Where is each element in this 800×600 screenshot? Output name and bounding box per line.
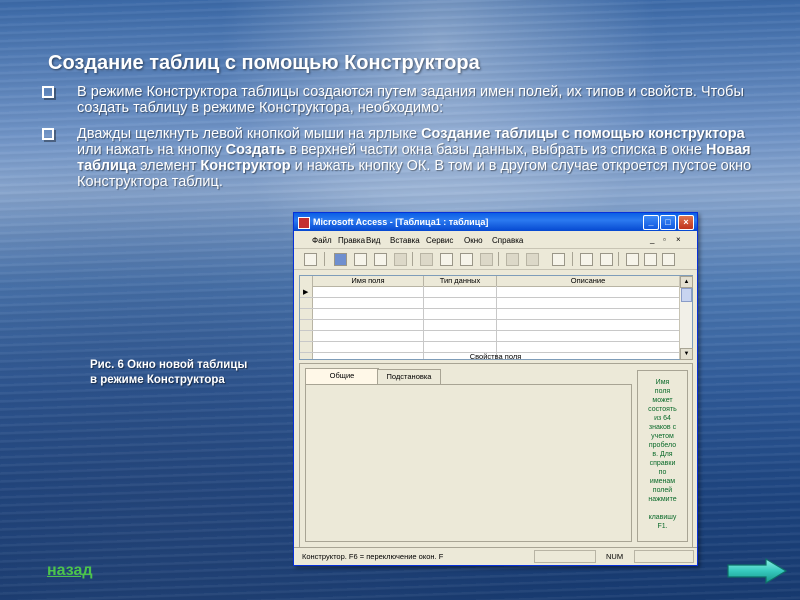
- help-line: знаков с: [648, 424, 677, 431]
- help-line: учетом: [651, 433, 674, 440]
- close-icon[interactable]: ×: [678, 215, 694, 230]
- scroll-up-icon[interactable]: ▲: [680, 276, 693, 288]
- window-title: Microsoft Access - [Таблица1 : таблица]: [313, 217, 489, 227]
- preview-icon[interactable]: [374, 253, 387, 266]
- toolbar-separator: [498, 252, 499, 266]
- help-line: из 64: [654, 415, 671, 422]
- minimize-icon[interactable]: _: [643, 215, 659, 230]
- help-line: в. Для: [652, 451, 673, 458]
- copy-icon[interactable]: [440, 253, 453, 266]
- redo-icon[interactable]: [526, 253, 539, 266]
- help-line: по: [658, 469, 667, 476]
- field-properties-label: Свойства поля: [469, 352, 522, 361]
- menu-item-insert[interactable]: Вставка: [390, 236, 420, 245]
- help-line: поля: [654, 388, 671, 395]
- cut-icon[interactable]: [420, 253, 433, 266]
- toolbar: [294, 249, 697, 270]
- help-line: клавишу: [648, 514, 677, 521]
- access-window: Microsoft Access - [Таблица1 : таблица] …: [293, 212, 698, 566]
- help-line: Имя: [655, 379, 670, 386]
- build-icon[interactable]: [644, 253, 657, 266]
- spelling-icon[interactable]: [394, 253, 407, 266]
- table-row[interactable]: [300, 341, 679, 342]
- current-row-arrow-icon: ▶: [303, 289, 309, 296]
- grid-scrollbar[interactable]: ▲ ▼: [679, 276, 693, 360]
- bullet-square-icon: [42, 128, 54, 140]
- menu-item-tools[interactable]: Сервис: [426, 236, 453, 245]
- format-painter-icon[interactable]: [480, 253, 493, 266]
- menu-item-file[interactable]: Файл: [312, 236, 332, 245]
- toolbar-separator: [324, 252, 325, 266]
- access-key-icon: [298, 217, 310, 229]
- undo-icon[interactable]: [506, 253, 519, 266]
- restore-icon[interactable]: _: [650, 235, 654, 244]
- toolbar-separator: [412, 252, 413, 266]
- database-window-icon[interactable]: [662, 253, 675, 266]
- tab-lookup[interactable]: Подстановка: [377, 369, 441, 384]
- next-arrow-icon[interactable]: [726, 557, 788, 585]
- paste-icon[interactable]: [460, 253, 473, 266]
- maximize-icon[interactable]: □: [660, 215, 676, 230]
- status-panel: [534, 550, 596, 563]
- menu-item-edit[interactable]: Правка: [338, 236, 365, 245]
- column-header-data-type[interactable]: Тип данных: [424, 276, 497, 287]
- table-row[interactable]: [300, 308, 679, 309]
- save-icon[interactable]: [334, 253, 347, 266]
- bullet-intro: В режиме Конструктора таблицы создаются …: [42, 84, 762, 116]
- window-restore-icon[interactable]: ▫: [663, 235, 666, 244]
- print-icon[interactable]: [354, 253, 367, 266]
- help-line: F1.: [657, 523, 668, 530]
- table-row[interactable]: [300, 330, 679, 331]
- field-grid: Имя поля Тип данных Описание ▶ ▲ ▼: [299, 275, 693, 360]
- status-bar: Конструктор. F6 = переключение окон. F N…: [294, 547, 697, 564]
- menu-item-help[interactable]: Справка: [492, 236, 523, 245]
- menu-bar: Файл Правка Вид Вставка Сервис Окно Спра…: [294, 232, 697, 249]
- primary-key-icon[interactable]: [552, 253, 565, 266]
- field-properties-panel: Общие Подстановка Имя поля может состоят…: [299, 363, 693, 548]
- help-line: состоять: [648, 406, 677, 413]
- help-line: пробело: [648, 442, 677, 449]
- table-row[interactable]: [300, 297, 679, 298]
- status-panel: [634, 550, 694, 563]
- toolbar-separator: [572, 252, 573, 266]
- help-line: может: [652, 397, 673, 404]
- figure-caption: Рис. 6 Окно новой таблицы в режиме Конст…: [90, 358, 290, 388]
- status-num-indicator: NUM: [606, 552, 624, 561]
- insert-rows-icon[interactable]: [580, 253, 593, 266]
- tab-content-area: [305, 384, 632, 542]
- bullet-steps-text: Дважды щелкнуть левой кнопкой мыши на яр…: [77, 126, 752, 190]
- menu-item-window[interactable]: Окно: [464, 236, 483, 245]
- tab-general[interactable]: Общие: [305, 368, 379, 384]
- caption-line-2: в режиме Конструктора: [90, 374, 225, 386]
- help-line: именам: [649, 478, 676, 485]
- slide-title: Создание таблиц с помощью Конструктора: [48, 52, 480, 74]
- view-icon[interactable]: [304, 253, 317, 266]
- window-titlebar: Microsoft Access - [Таблица1 : таблица] …: [294, 213, 697, 231]
- menu-item-view[interactable]: Вид: [366, 236, 380, 245]
- table-row[interactable]: [300, 319, 679, 320]
- window-close-icon[interactable]: ×: [676, 235, 681, 244]
- scroll-thumb[interactable]: [681, 288, 692, 302]
- bullet-square-icon: [42, 86, 54, 98]
- help-text-box: Имя поля может состоять из 64 знаков с у…: [637, 370, 688, 542]
- help-line: нажмите: [648, 496, 677, 503]
- help-line: полей: [652, 487, 673, 494]
- status-text: Конструктор. F6 = переключение окон. F: [302, 552, 444, 561]
- column-header-description[interactable]: Описание: [497, 276, 680, 287]
- toolbar-separator: [618, 252, 619, 266]
- caption-line-1: Рис. 6 Окно новой таблицы: [90, 359, 248, 371]
- bullet-steps: Дважды щелкнуть левой кнопкой мыши на яр…: [42, 126, 762, 190]
- properties-icon[interactable]: [626, 253, 639, 266]
- back-link[interactable]: назад: [47, 562, 93, 580]
- delete-rows-icon[interactable]: [600, 253, 613, 266]
- column-header-field-name[interactable]: Имя поля: [313, 276, 424, 287]
- bullet-intro-text: В режиме Конструктора таблицы создаются …: [77, 84, 744, 116]
- help-line: справки: [649, 460, 676, 467]
